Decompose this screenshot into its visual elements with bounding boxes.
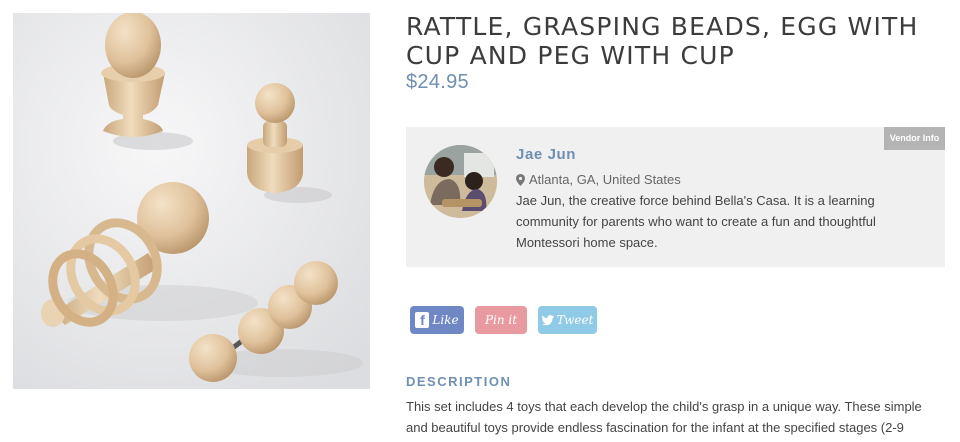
vendor-avatar-photo <box>424 145 497 218</box>
pinterest-pin-label: Pin it <box>484 313 518 327</box>
facebook-icon: f <box>415 312 430 328</box>
vendor-location: Atlanta, GA, United States <box>516 172 681 187</box>
description-heading: DESCRIPTION <box>406 374 512 389</box>
twitter-bird-icon <box>541 315 554 325</box>
wooden-toys-photo <box>13 13 370 389</box>
product-image[interactable] <box>13 13 370 389</box>
facebook-like-button[interactable]: f Like <box>410 306 464 334</box>
vendor-avatar[interactable] <box>424 145 497 218</box>
pinterest-pin-button[interactable]: Pin it <box>475 306 527 334</box>
product-title: RATTLE, GRASPING BEADS, EGG WITH CUP AND… <box>406 12 919 70</box>
vendor-name[interactable]: Jae Jun <box>516 146 576 163</box>
description-text: This set includes 4 toys that each devel… <box>406 399 922 442</box>
facebook-like-label: Like <box>432 313 459 327</box>
vendor-location-text: Atlanta, GA, United States <box>529 172 681 187</box>
vendor-bio: Jae Jun, the creative force behind Bella… <box>516 193 876 250</box>
twitter-tweet-label: Tweet <box>556 313 594 327</box>
vendor-info-panel: Vendor Info Jae Jun Atlanta, GA, United … <box>406 127 945 267</box>
map-pin-icon <box>516 173 525 186</box>
twitter-tweet-button[interactable]: Tweet <box>538 306 597 334</box>
vendor-info-badge: Vendor Info <box>884 127 945 150</box>
product-price: $24.95 <box>406 71 469 93</box>
